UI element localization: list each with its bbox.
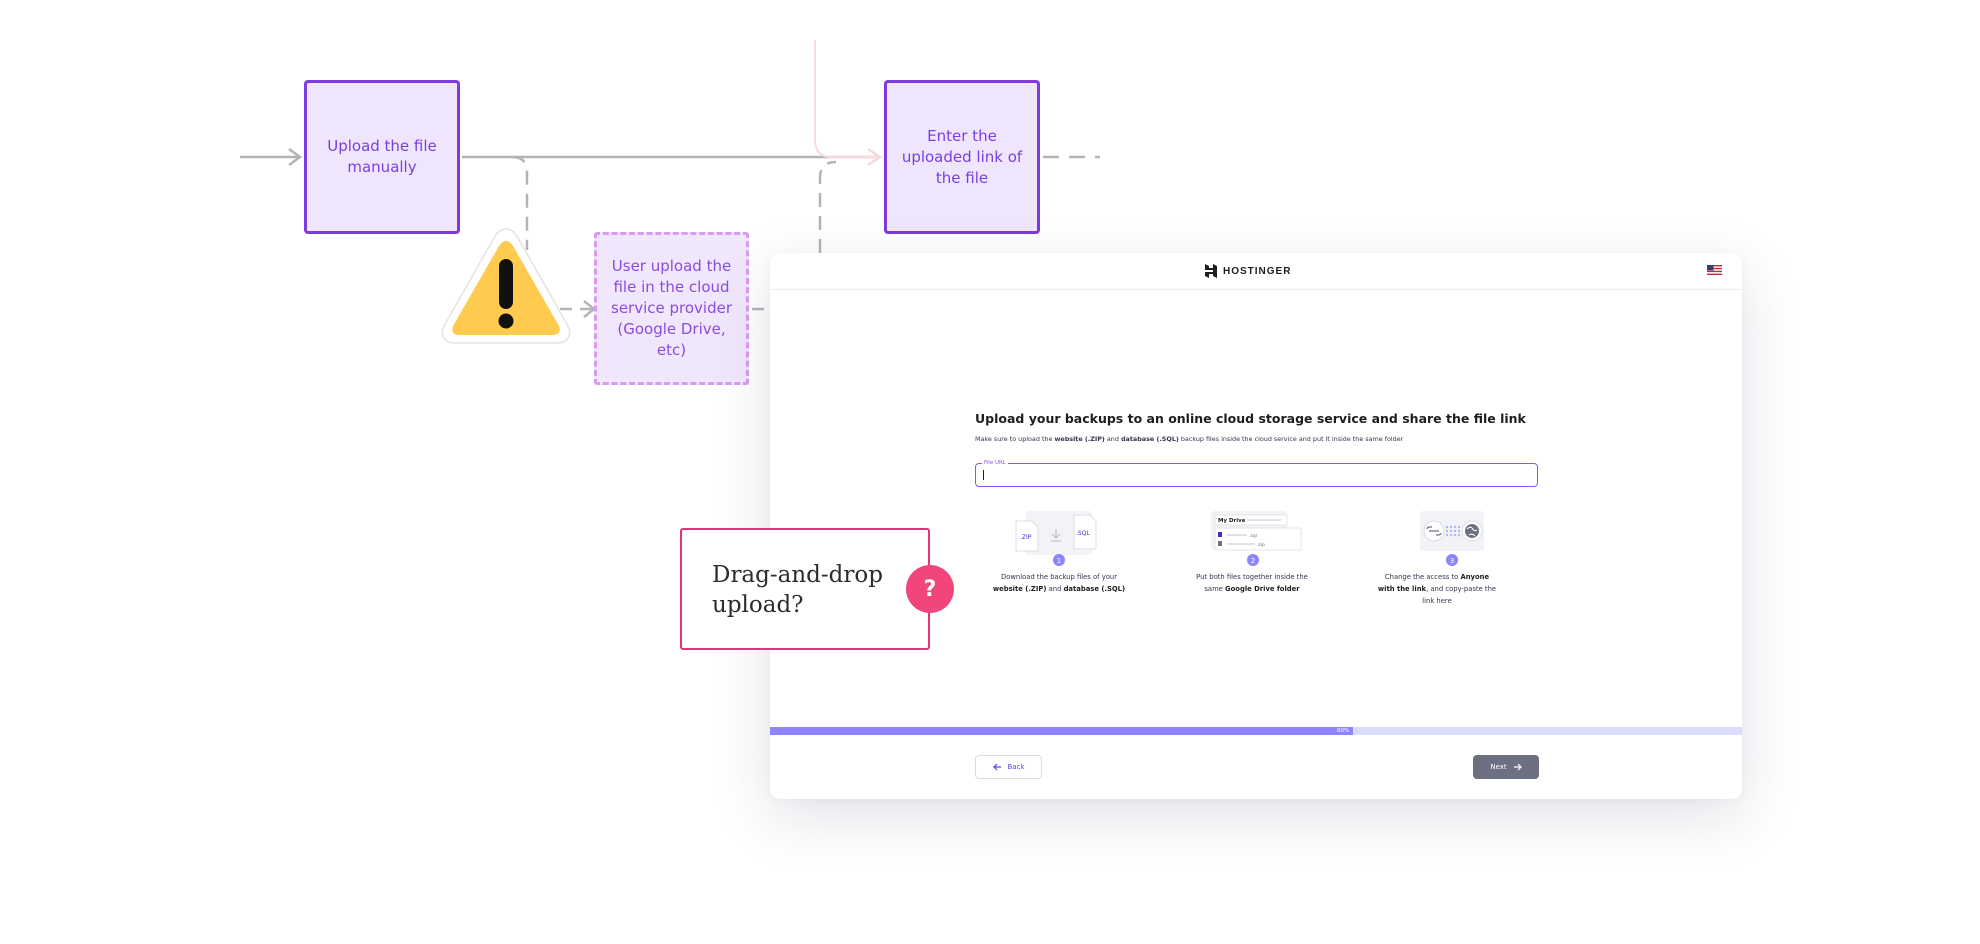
progress-label: 60% bbox=[1337, 728, 1350, 734]
mockup-title: Upload your backups to an online cloud s… bbox=[975, 411, 1526, 426]
svg-text:.sql: .sql bbox=[1249, 533, 1257, 539]
question-badge-icon: ? bbox=[906, 565, 954, 613]
arrow-right-icon bbox=[1513, 763, 1522, 771]
cloud-to-enter-line bbox=[818, 160, 837, 253]
step-1-text: Download the backup files of your websit… bbox=[992, 573, 1126, 593]
back-button[interactable]: Back bbox=[975, 755, 1042, 779]
text-caret bbox=[983, 470, 984, 480]
entry-line-pink bbox=[814, 40, 880, 158]
svg-text:.zip: .zip bbox=[1257, 542, 1265, 548]
svg-text:2: 2 bbox=[1251, 557, 1255, 565]
mockup-subtitle: Make sure to upload the website (.ZIP) a… bbox=[975, 435, 1404, 443]
flow-box-cloud-upload-label: User upload the file in the cloud servic… bbox=[611, 257, 732, 359]
question-card: Drag-and-drop upload? bbox=[680, 528, 930, 650]
file-url-label: File URL bbox=[982, 459, 1008, 467]
svg-text:My Drive: My Drive bbox=[1218, 518, 1246, 524]
next-button[interactable]: Next bbox=[1473, 755, 1539, 779]
file-url-input[interactable]: File URL bbox=[975, 459, 1538, 487]
step-2-illustration: My Drive .sql .zip 2 bbox=[1211, 511, 1302, 566]
question-text: Drag-and-drop upload? bbox=[712, 562, 883, 618]
progress-bar: 60% bbox=[770, 727, 1742, 735]
flow-box-enter-link: Enter the uploaded link of the file bbox=[884, 80, 1040, 234]
us-flag-icon[interactable] bbox=[1707, 265, 1722, 275]
step-3-illustration: 3 bbox=[1420, 511, 1484, 566]
back-button-label: Back bbox=[1007, 763, 1025, 771]
mockup-header: HOSTINGER bbox=[770, 253, 1742, 290]
progress-fill bbox=[770, 727, 1353, 735]
step-1-illustration: .ZIP .SQL 1 bbox=[1015, 511, 1097, 566]
flow-box-upload-manually-label: Upload the file manually bbox=[327, 137, 437, 176]
hostinger-logo: HOSTINGER bbox=[1204, 264, 1291, 278]
step-3-text: Change the access to Anyone with the lin… bbox=[1377, 573, 1497, 605]
svg-text:.ZIP: .ZIP bbox=[1020, 534, 1032, 541]
arrow-left-icon bbox=[992, 763, 1001, 771]
hostinger-logo-icon bbox=[1205, 264, 1217, 278]
svg-text:.SQL: .SQL bbox=[1076, 530, 1090, 537]
flow-box-enter-link-label: Enter the uploaded link of the file bbox=[901, 126, 1023, 187]
next-button-label: Next bbox=[1490, 763, 1507, 771]
hostinger-mockup-card: HOSTINGER Upload your backups to an onli… bbox=[770, 253, 1742, 799]
warning-icon bbox=[441, 228, 571, 344]
svg-text:3: 3 bbox=[1450, 557, 1454, 565]
flow-box-upload-manually: Upload the file manually bbox=[304, 80, 460, 234]
svg-text:1: 1 bbox=[1057, 557, 1061, 565]
flow-box-cloud-upload: User upload the file in the cloud servic… bbox=[594, 232, 749, 385]
step-2-text: Put both files together inside the same … bbox=[1196, 573, 1308, 593]
hostinger-logo-text: HOSTINGER bbox=[1223, 265, 1292, 277]
